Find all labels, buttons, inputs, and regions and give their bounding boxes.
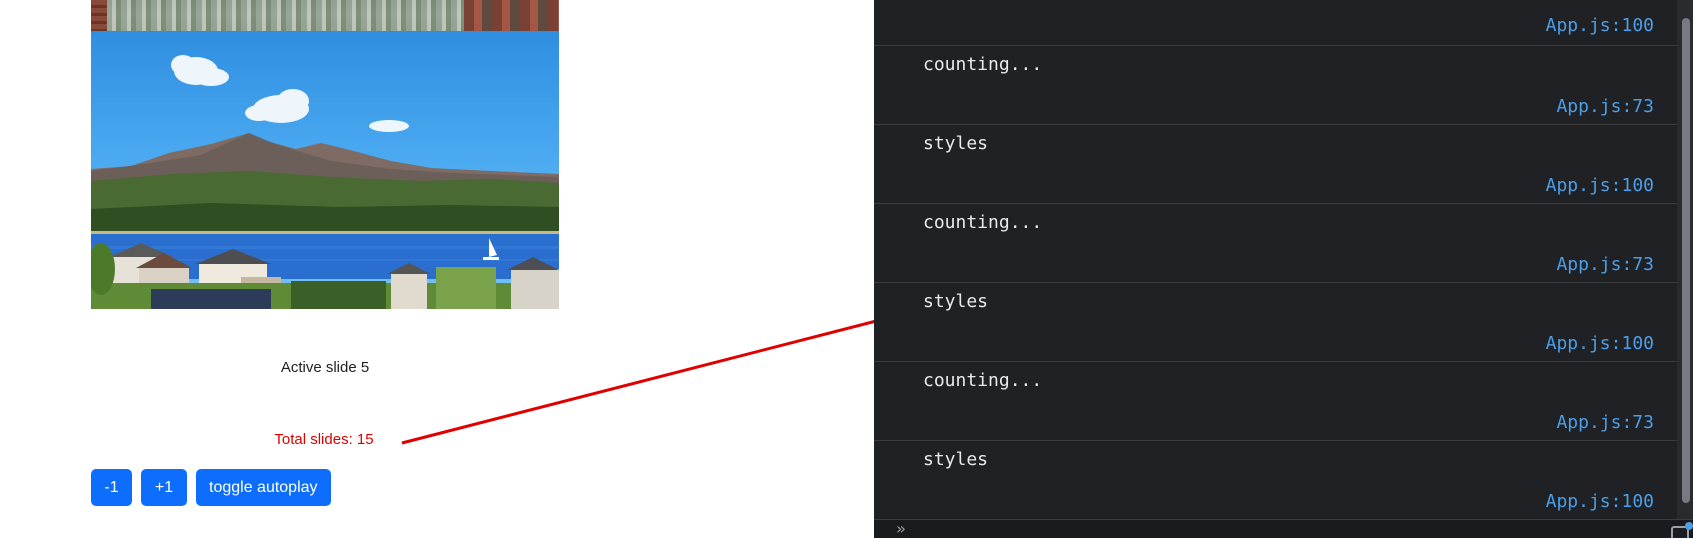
console-source-link[interactable]: App.js:100 [1546, 15, 1654, 36]
total-slides-text: Total slides: 15 [91, 431, 559, 448]
app-area: Active slide 5 Total slides: 15 -1 +1 to… [0, 0, 874, 538]
console-message: styles [923, 133, 989, 154]
canal-water [91, 0, 476, 31]
console-source-link[interactable]: App.js:73 [1556, 96, 1654, 117]
brick-wall-left [91, 0, 107, 31]
toggle-autoplay-button[interactable]: toggle autoplay [196, 469, 331, 506]
console-message: counting... [923, 212, 1043, 233]
console-prompt-bar[interactable]: » [874, 519, 1693, 538]
console-entry: counting... App.js:73 [874, 361, 1677, 440]
increment-button[interactable]: +1 [141, 469, 187, 506]
console-message: counting... [923, 370, 1043, 391]
console-entry: styles App.js:100 [874, 124, 1677, 203]
console-scrollbar[interactable] [1677, 0, 1693, 520]
devtools-console: App.js:100 counting... App.js:73 styles … [874, 0, 1693, 538]
console-source-link[interactable]: App.js:100 [1546, 333, 1654, 354]
console-source-link[interactable]: App.js:73 [1556, 412, 1654, 433]
decrement-button[interactable]: -1 [91, 469, 132, 506]
console-entry: styles App.js:100 [874, 282, 1677, 361]
chevron-double-right-icon: » [896, 519, 906, 538]
console-message: styles [923, 449, 989, 470]
clouds [171, 55, 409, 132]
console-entry: counting... App.js:73 [874, 45, 1677, 124]
total-slides-label: Total slides: 15 [274, 431, 374, 448]
notification-dot-icon [1685, 522, 1693, 530]
console-source-link[interactable]: App.js:73 [1556, 254, 1654, 275]
slider-controls: -1 +1 toggle autoplay [91, 469, 331, 506]
console-source-link[interactable]: App.js:100 [1546, 491, 1654, 512]
slide-image-current [91, 31, 559, 309]
mountain-lake-illustration [91, 55, 559, 309]
console-message: styles [923, 291, 989, 312]
console-entry: styles App.js:100 [874, 440, 1677, 520]
console-message: counting... [923, 54, 1043, 75]
slide-image-previous [91, 0, 559, 31]
console-entry: counting... App.js:73 [874, 203, 1677, 282]
brick-wall-right [464, 0, 559, 31]
active-slide-text: Active slide 5 [280, 359, 370, 376]
console-source-link[interactable]: App.js:100 [1546, 175, 1654, 196]
scrollbar-thumb[interactable] [1682, 18, 1690, 503]
